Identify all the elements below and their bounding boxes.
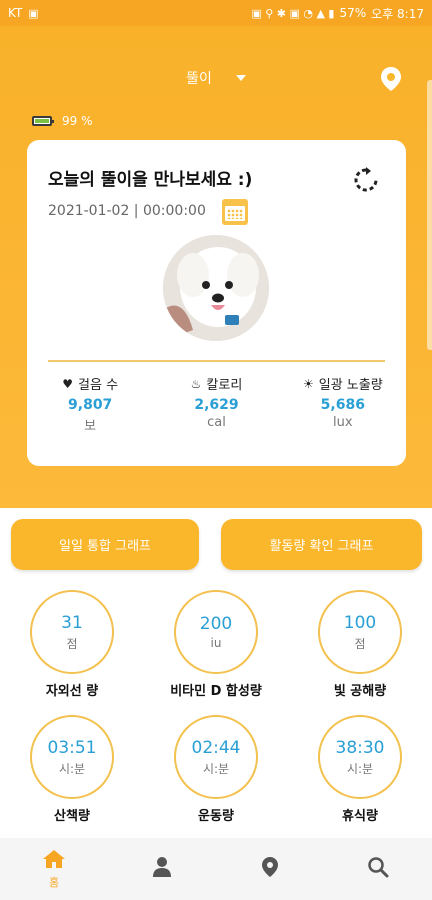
chevron-down-icon xyxy=(235,75,246,81)
nav-home-label: 홈 xyxy=(48,875,60,889)
stat-value: 5,686 xyxy=(320,397,365,413)
stat-value: 2,629 xyxy=(194,397,239,413)
metric-vitamin-d[interactable]: 200 iu 비타민 D 합성량 xyxy=(144,590,288,699)
metric-label: 휴식량 xyxy=(342,809,378,824)
card-divider xyxy=(48,360,385,362)
metric-unit: 시:분 xyxy=(202,761,230,776)
stat-calories: ♨ 칼로리 2,629 cal xyxy=(153,374,279,434)
refresh-icon[interactable] xyxy=(352,166,380,194)
card-title: 오늘의 뚤이을 만나보세요 :) xyxy=(48,170,253,190)
stat-label: 걸음 수 xyxy=(78,378,119,393)
clock: 오후 8:17 xyxy=(371,6,424,21)
bottom-nav: 홈 xyxy=(0,838,432,900)
stat-value: 9,807 xyxy=(68,397,113,413)
home-icon xyxy=(42,849,66,873)
dog-selector[interactable]: 뚤이 xyxy=(0,68,432,88)
metric-ring: 100 점 xyxy=(318,590,402,674)
fire-icon: ♨ xyxy=(190,376,202,391)
metric-value: 100 xyxy=(343,612,377,633)
stats-row: ♥ 걸음 수 9,807 보 ♨ 칼로리 2,629 cal ☀ 일광 노출량 … xyxy=(27,374,406,435)
device-battery: 99 % xyxy=(32,114,93,128)
stat-unit: lux xyxy=(333,415,353,430)
notification-icons: ▣ ⚲ ✱ ▣ ◔ ▲ ▮ xyxy=(251,6,335,20)
metric-unit: 시:분 xyxy=(346,761,374,776)
metric-unit: iu xyxy=(210,636,222,650)
metric-value: 03:51 xyxy=(47,737,97,758)
activity-graph-button[interactable]: 활동량 확인 그래프 xyxy=(221,519,422,570)
summary-card: 오늘의 뚤이을 만나보세요 :) 2021-01-02 | 00:00:00 ♥… xyxy=(27,140,406,466)
dog-avatar[interactable] xyxy=(163,235,269,341)
stat-label: 칼로리 xyxy=(206,378,243,393)
nav-home[interactable]: 홈 xyxy=(0,838,108,900)
stat-unit: 보 xyxy=(84,419,97,434)
metric-uv[interactable]: 31 점 자외선 량 xyxy=(0,590,144,699)
metric-light-pollution[interactable]: 100 점 빛 공해량 xyxy=(288,590,432,699)
battery-icon xyxy=(32,116,54,126)
gallery-icon: ▣ xyxy=(28,6,39,20)
stat-steps: ♥ 걸음 수 9,807 보 xyxy=(27,374,153,435)
metric-rest[interactable]: 38:30 시:분 휴식량 xyxy=(288,715,432,824)
heart-icon: ♥ xyxy=(62,376,74,391)
nav-profile[interactable] xyxy=(108,838,216,900)
device-battery-level: 99 % xyxy=(62,114,93,128)
carrier-label: KT xyxy=(8,6,23,20)
location-icon xyxy=(261,856,279,882)
metric-value: 38:30 xyxy=(335,737,385,758)
profile-icon xyxy=(152,856,172,882)
search-icon xyxy=(367,856,389,882)
battery-percent: 57% xyxy=(339,6,367,20)
dog-name: 뚤이 xyxy=(186,71,212,87)
nav-location[interactable] xyxy=(216,838,324,900)
nav-search[interactable] xyxy=(324,838,432,900)
metric-unit: 점 xyxy=(354,636,366,651)
location-pin-icon[interactable] xyxy=(380,66,402,92)
sun-icon: ☀ xyxy=(302,376,314,391)
metric-label: 자외선 량 xyxy=(45,684,99,699)
metric-value: 31 xyxy=(61,612,83,633)
metric-exercise[interactable]: 02:44 시:분 운동량 xyxy=(144,715,288,824)
metric-label: 비타민 D 합성량 xyxy=(170,684,262,699)
calendar-icon[interactable] xyxy=(222,199,248,225)
stat-sunlight: ☀ 일광 노출량 5,686 lux xyxy=(280,374,406,434)
metric-label: 운동량 xyxy=(198,809,234,824)
metric-ring: 38:30 시:분 xyxy=(318,715,402,799)
metric-label: 산책량 xyxy=(54,809,90,824)
side-drawer-handle[interactable] xyxy=(427,80,432,350)
metric-walk[interactable]: 03:51 시:분 산책량 xyxy=(0,715,144,824)
metric-unit: 시:분 xyxy=(58,761,86,776)
metric-unit: 점 xyxy=(66,636,78,651)
metric-label: 빛 공해량 xyxy=(333,684,387,699)
status-bar: KT ▣ ▣ ⚲ ✱ ▣ ◔ ▲ ▮ 57% 오후 8:17 xyxy=(0,0,432,26)
metric-ring: 02:44 시:분 xyxy=(174,715,258,799)
card-datetime: 2021-01-02 | 00:00:00 xyxy=(48,203,206,219)
daily-graph-button[interactable]: 일일 통합 그래프 xyxy=(11,519,199,570)
metric-ring: 200 iu xyxy=(174,590,258,674)
metric-ring: 03:51 시:분 xyxy=(30,715,114,799)
stat-label: 일광 노출량 xyxy=(318,378,383,393)
metric-value: 02:44 xyxy=(191,737,241,758)
metric-ring: 31 점 xyxy=(30,590,114,674)
metric-value: 200 xyxy=(199,614,233,634)
stat-unit: cal xyxy=(207,415,226,430)
